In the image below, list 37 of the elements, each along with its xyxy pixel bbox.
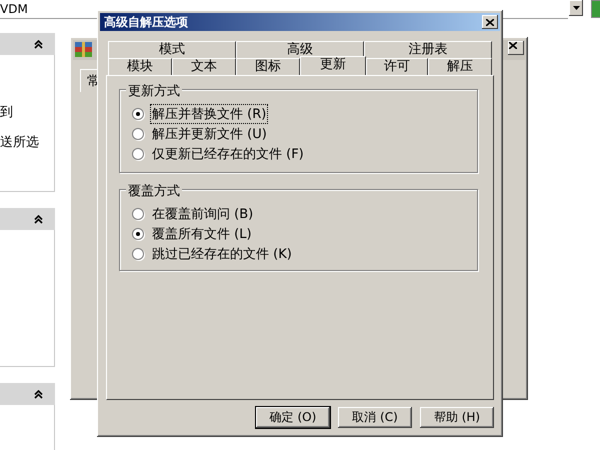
radio-button[interactable] — [132, 248, 144, 260]
dropdown-button[interactable] — [569, 0, 583, 16]
close-icon — [486, 18, 494, 26]
radio-button[interactable] — [132, 128, 144, 140]
dialog-button[interactable]: 确定 (O) — [256, 407, 330, 428]
option-label[interactable]: 仅更新已经存在的文件 (F) — [150, 144, 306, 164]
dialog-button[interactable]: 取消 (C) — [338, 407, 412, 428]
close-button[interactable] — [482, 15, 498, 29]
group-title: 覆盖方式 — [126, 182, 182, 200]
close-button[interactable] — [508, 41, 524, 55]
dialog-button[interactable]: 帮助 (H) — [420, 407, 494, 428]
address-text: VDM — [0, 2, 28, 16]
option-label[interactable]: 在覆盖前询问 (B) — [150, 204, 256, 224]
panel-header[interactable] — [0, 208, 55, 230]
caret-icon — [572, 6, 580, 10]
radio-button[interactable] — [132, 208, 144, 220]
archive-icon — [74, 41, 93, 58]
panel-header[interactable] — [0, 383, 55, 405]
group-title: 更新方式 — [126, 82, 182, 100]
option-label[interactable]: 覆盖所有文件 (L) — [150, 224, 254, 244]
tab[interactable]: 模块 — [108, 58, 172, 75]
radio-button[interactable] — [132, 108, 144, 120]
option-label[interactable]: 解压并更新文件 (U) — [150, 124, 269, 144]
radio-button[interactable] — [132, 148, 144, 160]
tab[interactable]: 更新 — [300, 56, 366, 75]
task-link[interactable]: 到 — [0, 103, 13, 121]
panel-header[interactable] — [0, 33, 55, 55]
tab[interactable]: 模式 — [108, 41, 236, 58]
option-label[interactable]: 跳过已经存在的文件 (K) — [150, 244, 294, 264]
tab[interactable]: 解压 — [428, 58, 492, 75]
tab[interactable]: 文本 — [172, 58, 236, 75]
close-icon — [509, 42, 517, 49]
radio-button[interactable] — [132, 228, 144, 240]
option-label[interactable]: 解压并替换文件 (R) — [150, 104, 268, 124]
task-link[interactable]: 送所选 — [0, 133, 39, 151]
tab[interactable]: 注册表 — [364, 41, 492, 58]
tab[interactable]: 许可 — [366, 58, 428, 75]
